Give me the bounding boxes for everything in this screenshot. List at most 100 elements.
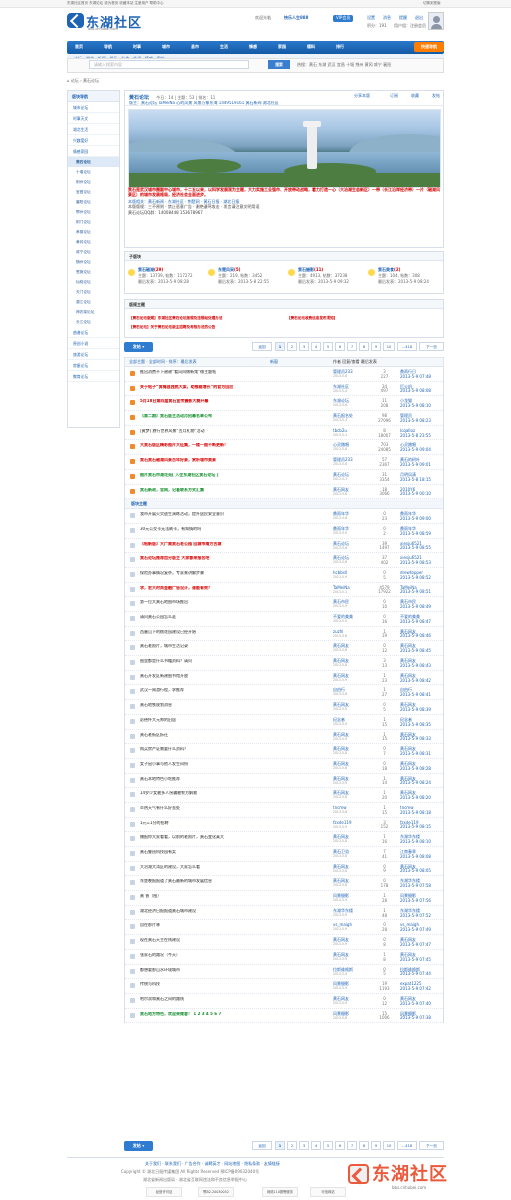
thread-row[interactable]: 张家石的路况（今天） 黄石网友 2013-5-9 1 8 黄石网友 2013-5-9 0… (125, 949, 443, 965)
thread-row[interactable]: 黄石老街区拆迁 黄石网友 2013-5-9 1 15 黄石网友 2013-5-9 08:… (125, 729, 443, 745)
thread-title[interactable]: 自在那片林 (140, 923, 330, 928)
sidebar-item-huanggang[interactable]: 黄冈论坛 (68, 237, 119, 247)
sidebar-item-huangshi[interactable]: 黄石论坛 (68, 157, 119, 167)
thread-last-post[interactable]: 黄石网友 2013-5-9 08:24 (400, 776, 442, 787)
sidebar-item-shennongjia[interactable]: 神农架论坛 (68, 307, 119, 317)
nav-life[interactable]: 生活 (220, 44, 228, 50)
thread-row[interactable]: 图里都是什么书籍资料？请问 黄石网友 2013-5-8 3 13 黄石网友 2013-5… (125, 656, 443, 671)
user-link-notices[interactable]: 提醒 (399, 15, 407, 21)
sidebar-section-life[interactable]: 湖北生活 (68, 124, 119, 135)
sidebar-item-jingzhou[interactable]: 荆州论坛 (68, 177, 119, 187)
thread-title[interactable]: 湖北经济日报报道黄石城市建设 (140, 909, 330, 914)
thread-title[interactable]: 14岁少女被多人拐骗被警方解救 (140, 791, 330, 796)
sidebar-section-city[interactable]: 城市论坛 (68, 102, 119, 113)
thread-last-post[interactable]: 黄石网友 2013-5-9 08:05 (400, 864, 442, 875)
trusted-site-badge[interactable]: 可信网站 (310, 1187, 346, 1197)
thread-last-post[interactable]: 江南春季 2013-5-9 08:08 (400, 849, 442, 860)
thread-last-post[interactable]: 自由行 2013-5-9 08:41 (400, 688, 442, 698)
thread-row[interactable]: 自在那片林 vs_maigh 2013-5-9 0 28 vs_maigh 2013-5… (125, 920, 443, 936)
sidebar-section-emotion[interactable]: 情感家园 (68, 146, 119, 157)
thread-last-post[interactable]: 黄石网友 2013-5-9 07:47 (400, 937, 442, 948)
thread-last-post[interactable]: 东湖华东楼 2013-5-9 08:10 (400, 835, 442, 845)
sidebar-item-xiangyang[interactable]: 襄阳论坛 (68, 197, 119, 207)
thread-title[interactable]: 黄 昏（图） (140, 894, 330, 899)
thread-row[interactable]: 【帖新版】大广南黄石老公园 回城市南方古城 黄石论坛 2013-5-8 39 1497… (125, 538, 443, 554)
sidebar-item-music[interactable]: 曲谱论坛 (68, 327, 119, 338)
thread-title[interactable]: 彭德怀大元帅的旧居 (140, 718, 330, 723)
thread-title[interactable]: 黄石鲁班科技园有奖 (140, 850, 330, 855)
thread-row[interactable]: 【第二期】黄石版主活动月招募名单公布 黄石报名处 2013-5-3 98 27096 管… (125, 411, 443, 426)
site-logo[interactable]: 东湖社区 bbs.cnhubei.com (67, 12, 153, 35)
moderator-list[interactable]: 版主：黄石论坛 TaMeiNa 心的风景 风景万象东海 1449519161 黄… (129, 101, 429, 106)
thread-row[interactable]: 第一位大黄石地图市场推出 黄石市民 2013-5-9 0 10 黄石市民 2013-5-… (125, 597, 443, 612)
thread-last-post[interactable]: 黄石网友 2013-5-9 08:31 (400, 746, 442, 757)
sidebar-item-changjiang[interactable]: 长江论坛 (68, 317, 119, 327)
thread-last-post[interactable]: tncmw 2013-5-9 08:18 (400, 805, 442, 816)
sidebar-item-education[interactable]: 教育论坛 (68, 371, 119, 382)
thread-row[interactable]: 哈尔滨和黄石之间的路线 黄石网友 2013-5-9 0 12 黄石网友 2013-5-9… (125, 993, 443, 1009)
thread-row[interactable]: 图片黄石市湖花苑[ 入住东湖社区黄石论坛 ] 黄石论坛 2013-5-1 31 335… (125, 469, 443, 485)
thread-last-post[interactable]: 风景摄影 2013-5-9 07:38 (400, 1011, 442, 1022)
thread-last-post[interactable]: 打火机 2013-5-9 08:08 (400, 384, 442, 395)
thread-last-post[interactable]: 黄石网友 2013-5-9 08:43 (400, 658, 442, 669)
pager-page-9[interactable]: 9 (371, 342, 381, 351)
pager-page-8[interactable]: 8 (359, 342, 369, 351)
thread-last-post[interactable]: 黄石网友 2013-5-9 08:33 (400, 732, 442, 743)
thread-last-post[interactable]: drewtopper 2013-5-9 08:52 (400, 570, 442, 581)
thread-title[interactable]: 大黄石版区精彩图片大征集，一楼一图不断更新！ (140, 443, 330, 448)
thread-last-post[interactable]: 黄石网友 2013-5-9 08:39 (400, 702, 442, 713)
thread-row[interactable]: 黄石地方特色，欢迎来做客！ 1 2 3 4 5 6 7 风景摄影 2013-5-8 1… (125, 1008, 443, 1024)
subscribe-button[interactable]: 订阅 (390, 93, 398, 99)
sidebar-item-shiyan[interactable]: 十堰论坛 (68, 167, 119, 177)
thread-row[interactable]: 黄石老照片，城市生活记录 黄石网友 2013-5-8 0 12 黄石网友 2013-5-… (125, 641, 443, 657)
subforum-card[interactable]: 黄石摄影(11) 主题：4913, 帖数：37238 最后发表：2013-5-9… (285, 267, 363, 292)
breadcrumb-text[interactable]: 论坛 › 黄石论坛 (71, 78, 99, 83)
pager-page-4[interactable]: 4 (311, 342, 321, 351)
nav-home-garden[interactable]: 家园 (278, 44, 286, 50)
bottom-pager-page-1[interactable]: 1 (275, 1141, 285, 1150)
thread-title[interactable]: 30元公交卡无法刷卡，有知情的吗 (140, 527, 330, 532)
thread-title[interactable]: 传统与科技 (140, 982, 330, 987)
thread-last-post[interactable]: 管理员 2013-5-9 08:23 (400, 413, 442, 424)
bottom-pager-page-6[interactable]: 6 (335, 1141, 345, 1150)
thread-last-post[interactable]: 小龙猫 2013-5-9 08:10 (400, 399, 442, 409)
thread-title[interactable]: 1元=1分的招聘 (140, 821, 330, 826)
thread-last-post[interactable]: 鼎雨年华 2013-5-9 08:59 (400, 526, 442, 537)
thread-title[interactable]: 黄石老照片，城市生活记录 (140, 644, 330, 649)
thread-title[interactable]: 黄石地铁规划消息 (140, 703, 330, 708)
thread-row[interactable]: 都想要那山水环境城市 拉斯维格斯 2013-5-9 0 5 拉斯维格斯 2013-5-9… (125, 964, 443, 980)
thread-title[interactable]: 图片黄石市湖花苑[ 入住东湖社区黄石论坛 ] (140, 473, 330, 478)
wide-version-link[interactable]: 切换到宽版 (423, 1, 441, 5)
thread-last-post[interactable]: 2010Y6 2013-5-9 00:10 (400, 487, 442, 498)
pager-next[interactable]: 下一页 (419, 342, 444, 351)
pager-page-7[interactable]: 7 (347, 342, 357, 351)
sidebar-item-novel[interactable]: 原创小说 (68, 338, 119, 349)
pager-page-10[interactable]: 10 (383, 342, 395, 351)
thread-last-post[interactable]: fzxde119 2013-5-9 08:15 (400, 820, 442, 831)
thread-last-post[interactable]: lcqalloz 2013-5-8 23:55 (400, 428, 442, 439)
thread-last-post[interactable]: 心灵踏唱 2013-5-9 09:04 (400, 443, 442, 453)
sidebar-item-house[interactable]: 房屋论坛 (68, 360, 119, 371)
thread-title[interactable]: [黄梦] 旅行世界风景“五月礼物”活动 (140, 429, 330, 434)
pager-page-2[interactable]: 2 (287, 342, 297, 351)
sidebar-item-yichang[interactable]: 宜昌论坛 (68, 187, 119, 197)
thread-row[interactable]: 大黄石版区精彩图片大征集，一楼一图不断更新！ 心灵踏唱 2013-5-8 703 24… (125, 440, 443, 456)
sidebar-item-ezhou[interactable]: 鄂州论坛 (68, 207, 119, 217)
pager-page-5[interactable]: 5 (323, 342, 333, 351)
rule-link[interactable]: 【黄石论坛】关于黄石论坛版主招聘及考核办法的公告 (129, 325, 215, 329)
nav-county[interactable]: 县市 (191, 44, 199, 50)
thread-last-post[interactable]: 东湖华东楼 2013-5-9 07:58 (400, 879, 442, 889)
new-thread-button[interactable]: 发帖 ▾ (124, 342, 153, 352)
thread-title[interactable]: 炎热天气有什么好去处 (140, 806, 330, 811)
favorite-button[interactable]: 收藏 (411, 93, 419, 99)
sidebar-item-tianmen[interactable]: 天门论坛 (68, 287, 119, 297)
nav-home[interactable]: 首页 (75, 44, 83, 50)
thread-row[interactable]: 黄石鲁班科技园有奖 黄石卫浴 2013-5-8 7 41 江南春季 2013-5-9 0… (125, 847, 443, 862)
thread-last-post[interactable]: 黄石网友 2013-5-9 07:45 (400, 952, 442, 963)
avatar[interactable] (428, 12, 444, 30)
nav-guide[interactable]: 导航 (104, 44, 112, 50)
thread-title[interactable]: 黄石新政，官网，记者联系方式汇集 (140, 488, 330, 493)
thread-last-post[interactable]: 黄石网友 2013-5-9 08:28 (400, 761, 442, 772)
user-link-messages[interactable]: 消息 (383, 15, 391, 21)
bottom-pager-page-10[interactable]: 10 (383, 1141, 395, 1150)
